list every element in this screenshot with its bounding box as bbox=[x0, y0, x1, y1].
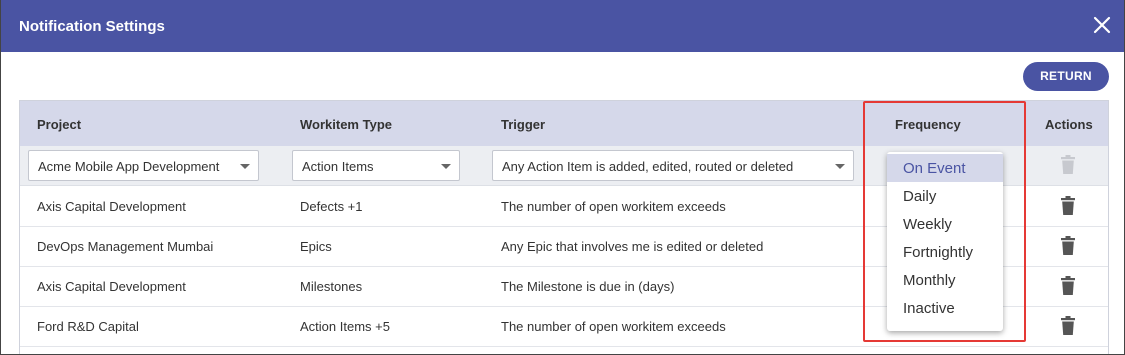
table-header: Project Workitem Type Trigger Frequency … bbox=[20, 101, 1108, 146]
trigger-select[interactable]: Any Action Item is added, edited, routed… bbox=[492, 150, 854, 181]
trash-icon[interactable] bbox=[1060, 316, 1076, 336]
workitem-type-select[interactable]: Action Items bbox=[292, 150, 460, 181]
row-project: Axis Capital Development bbox=[37, 279, 186, 294]
trigger-select-value: Any Action Item is added, edited, routed… bbox=[502, 159, 794, 174]
row-project: Axis Capital Development bbox=[37, 199, 186, 214]
dialog-titlebar: Notification Settings bbox=[1, 0, 1124, 52]
row-project: DevOps Management Mumbai bbox=[37, 239, 214, 254]
row-trigger: The number of open workitem exceeds bbox=[501, 319, 726, 334]
row-trigger: Any Epic that involves me is edited or d… bbox=[501, 239, 764, 254]
frequency-option-daily[interactable]: Daily bbox=[887, 182, 1003, 210]
project-select-value: Acme Mobile App Development bbox=[38, 159, 220, 174]
frequency-option-monthly[interactable]: Monthly bbox=[887, 266, 1003, 294]
row-workitem-type: Milestones bbox=[300, 279, 363, 294]
header-frequency: Frequency bbox=[895, 117, 961, 132]
row-project: Ford R&D Capital bbox=[37, 319, 139, 334]
row-trigger: The Milestone is due in (days) bbox=[501, 279, 675, 294]
frequency-option-weekly[interactable]: Weekly bbox=[887, 210, 1003, 238]
close-icon[interactable] bbox=[1090, 13, 1114, 37]
trash-icon[interactable] bbox=[1060, 155, 1076, 175]
trash-icon[interactable] bbox=[1060, 276, 1076, 296]
frequency-option-inactive[interactable]: Inactive bbox=[887, 294, 1003, 322]
notification-settings-dialog: Notification Settings RETURN Project Wor… bbox=[0, 0, 1125, 355]
dialog-title: Notification Settings bbox=[19, 18, 165, 35]
row-trigger: The number of open workitem exceeds bbox=[501, 199, 726, 214]
workitem-type-select-value: Action Items bbox=[302, 159, 374, 174]
chevron-down-icon bbox=[240, 164, 250, 169]
frequency-option-on-event[interactable]: On Event bbox=[887, 154, 1003, 182]
trash-icon[interactable] bbox=[1060, 196, 1076, 216]
header-project: Project bbox=[37, 117, 82, 132]
row-workitem-type: Defects +1 bbox=[300, 199, 363, 214]
row-workitem-type: Action Items +5 bbox=[300, 319, 390, 334]
trash-icon[interactable] bbox=[1060, 236, 1076, 256]
project-select[interactable]: Acme Mobile App Development bbox=[28, 150, 259, 181]
chevron-down-icon bbox=[441, 164, 451, 169]
row-workitem-type: Epics bbox=[300, 239, 332, 254]
chevron-down-icon bbox=[835, 164, 845, 169]
header-trigger: Trigger bbox=[501, 117, 546, 132]
return-button[interactable]: RETURN bbox=[1023, 62, 1109, 91]
header-actions: Actions bbox=[1045, 117, 1093, 132]
frequency-dropdown-menu: On Event Daily Weekly Fortnightly Monthl… bbox=[887, 152, 1003, 331]
frequency-option-fortnightly[interactable]: Fortnightly bbox=[887, 238, 1003, 266]
header-workitem-type: Workitem Type bbox=[300, 117, 392, 132]
